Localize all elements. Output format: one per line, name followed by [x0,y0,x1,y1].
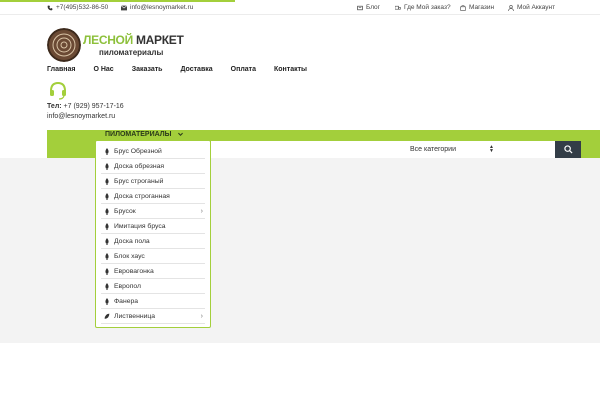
blog-icon [357,5,363,10]
wood-rings-logo-icon [47,28,81,62]
topbar-link-blog[interactable]: Блог [357,4,380,11]
header-contact: Тел: +7 (929) 957-17-16 info@lesnoymarke… [47,102,124,122]
search-icon [563,145,573,154]
topbar-phone[interactable]: +7(495)532-86-50 [47,4,108,11]
menu-item[interactable]: Европол [101,279,205,294]
menu-item-label: Доска пола [114,237,150,245]
topbar-link-account[interactable]: Мой Аккаунт [508,4,555,11]
menu-item[interactable]: Имитация бруса [101,219,205,234]
topbar-phone-text: +7(495)532-86-50 [56,4,109,11]
leaf-icon [104,313,110,319]
menu-item-label: Лиственница [114,312,156,320]
topbar-link-label: Магазин [469,4,495,11]
contact-email[interactable]: info@lesnoymarket.ru [47,112,124,122]
tree-icon [105,282,109,290]
search-input[interactable] [211,141,555,158]
tree-icon [105,267,109,275]
tree-icon [105,192,109,200]
headset-icon [50,81,66,100]
topbar-link-label: Где Мой заказ? [404,4,451,11]
bag-icon [460,4,466,11]
user-icon [508,4,514,11]
top-accent-line [0,0,235,2]
category-dropdown: Брус Обрезной Доска обрезная Брус строганы… [95,140,211,328]
topbar-divider [0,14,600,15]
main-nav: Главная О Нас Заказать Доставка Оплата К… [47,66,307,73]
menu-item-label: Брус Обрезной [114,147,162,155]
contact-phone-number: +7 (929) 957-17-16 [61,103,124,110]
contact-phone[interactable]: Тел: +7 (929) 957-17-16 [47,102,124,112]
chevron-down-icon [177,132,183,136]
menu-item[interactable]: Брус Обрезной [101,144,205,159]
logo-title: ЛЕСНОЙ МАРКЕТ [83,33,184,47]
menu-item[interactable]: Брусок › [101,204,205,219]
menu-item[interactable]: Евровагонка [101,264,205,279]
contact-phone-label: Тел: [47,103,62,110]
menu-item-label: Имитация бруса [114,222,166,230]
menu-item[interactable]: Доска обрезная [101,159,205,174]
search-category-select[interactable]: Все категории ▲ ▼ [405,141,498,158]
menu-item[interactable]: Фанера [101,294,205,309]
nav-item-contacts[interactable]: Контакты [274,66,307,73]
top-bar: +7(495)532-86-50 info@lesnoymarket.ru Бл… [0,0,600,15]
tree-icon [105,177,109,185]
nav-item-payment[interactable]: Оплата [231,66,256,73]
topbar-link-label: Блог [366,4,381,11]
tree-icon [105,207,109,215]
menu-item[interactable]: Лиственница › [101,309,205,324]
menu-item-label: Доска обрезная [114,162,165,170]
tree-icon [105,252,109,260]
nav-item-order[interactable]: Заказать [132,66,163,73]
category-menu-button[interactable]: ПИЛОМАТЕРИАЛЫ [105,131,184,138]
topbar-link-label: Мой Аккаунт [517,4,556,11]
menu-item-label: Фанера [114,297,139,305]
logo-subtitle: пиломатериалы [99,48,164,57]
site-logo[interactable]: ЛЕСНОЙ МАРКЕТ пиломатериалы [47,28,184,62]
menu-item-label: Блок хаус [114,252,145,260]
logo-title-green: ЛЕСНОЙ [83,33,133,47]
select-arrows-icon: ▲ ▼ [489,144,494,154]
menu-item-label: Брус строганый [114,177,164,185]
topbar-email-text: info@lesnoymarket.ru [130,4,194,11]
menu-item-label: Европол [114,282,141,290]
menu-item[interactable]: Блок хаус [101,249,205,264]
tree-icon [105,297,109,305]
tree-icon [105,162,109,170]
search-category-label: Все категории [410,146,456,153]
tree-icon [105,147,109,155]
topbar-link-shop[interactable]: Магазин [460,4,494,11]
envelope-icon [121,4,127,10]
menu-item-label: Брусок [114,207,136,215]
tree-icon [105,237,109,245]
chevron-right-icon: › [200,313,203,320]
menu-item[interactable]: Доска пола [101,234,205,249]
menu-item-label: Доска строганная [114,192,170,200]
search-button[interactable] [555,141,581,158]
nav-item-about[interactable]: О Нас [93,66,113,73]
logo-title-dark: МАРКЕТ [132,33,184,47]
nav-item-delivery[interactable]: Доставка [180,66,212,73]
content-area [0,158,600,343]
chevron-right-icon: › [200,208,203,215]
category-menu-label: ПИЛОМАТЕРИАЛЫ [105,131,172,138]
tree-icon [105,222,109,230]
menu-item[interactable]: Брус строганый [101,174,205,189]
topbar-email[interactable]: info@lesnoymarket.ru [121,4,193,11]
menu-item-label: Евровагонка [114,267,154,275]
menu-item[interactable]: Доска строганная [101,189,205,204]
topbar-link-order[interactable]: Где Мой заказ? [395,4,451,11]
truck-icon [395,5,401,9]
phone-icon [47,5,53,10]
nav-item-home[interactable]: Главная [47,66,75,73]
